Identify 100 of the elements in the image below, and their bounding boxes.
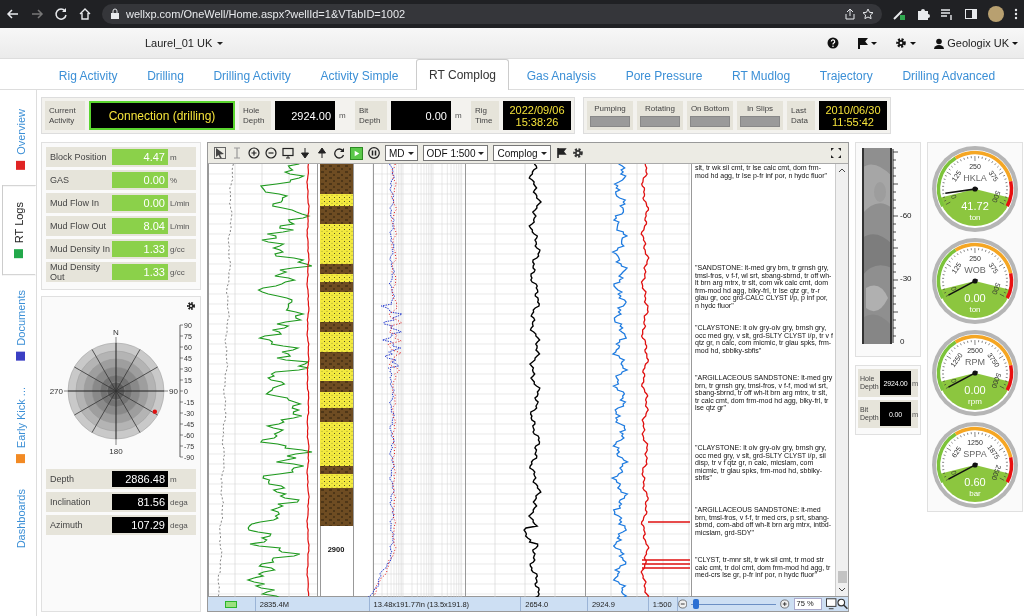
caret-icon xyxy=(478,150,485,156)
zoom-slider[interactable] xyxy=(691,598,777,610)
zoom-out-icon[interactable] xyxy=(265,147,277,159)
parameter-label: Block Position xyxy=(50,152,108,162)
gauge-value: 41.72 xyxy=(961,200,989,212)
tab[interactable]: RT Complog xyxy=(416,59,509,90)
value-display: 2886.48 xyxy=(112,471,168,487)
side-tab[interactable]: Dashboards xyxy=(6,477,36,560)
scale-label: -30 xyxy=(900,273,912,283)
sidebar-icon[interactable] xyxy=(964,7,978,21)
axis-label: 90 xyxy=(169,387,178,396)
caret-icon xyxy=(910,40,917,46)
playlist-icon[interactable] xyxy=(940,7,954,21)
side-tab[interactable]: RT Logs xyxy=(2,184,36,276)
zoom-minus-icon[interactable] xyxy=(677,599,688,609)
extension-icon[interactable] xyxy=(892,7,906,21)
time-display: 2022/09/06 15:38:26 xyxy=(503,101,571,130)
value-display: 1.33 xyxy=(112,264,168,280)
depth-display: 2924.00 xyxy=(275,101,335,130)
side-tab[interactable]: Overview xyxy=(6,98,36,181)
parameter-label: Mud Flow In xyxy=(50,198,101,208)
gauge-title: HKLA xyxy=(963,173,987,183)
home-icon[interactable] xyxy=(78,7,92,21)
play-icon[interactable] xyxy=(350,146,363,160)
star-icon[interactable] xyxy=(862,8,874,20)
unit-label: m xyxy=(339,111,347,120)
scale-label: 0 xyxy=(900,336,905,345)
user-menu[interactable]: Geologix UK xyxy=(934,37,1018,49)
settings-icon[interactable] xyxy=(571,147,584,159)
scrollbar[interactable] xyxy=(835,164,848,596)
unit-label: m xyxy=(455,111,463,120)
settings-menu[interactable] xyxy=(895,37,917,49)
indicator-label: On Bottom xyxy=(690,104,730,113)
tab[interactable]: Rig Activity xyxy=(46,60,130,90)
tab[interactable]: Drilling Advanced xyxy=(890,60,1008,90)
forward-icon[interactable] xyxy=(30,7,44,21)
pointer-icon[interactable] xyxy=(214,147,226,159)
gauge-value: 0.00 xyxy=(964,292,986,304)
indicator-label: Rotating xyxy=(645,104,675,113)
back-icon[interactable] xyxy=(6,7,20,21)
tab[interactable]: RT Mudlog xyxy=(719,60,803,90)
scale-dropdown[interactable]: ODF 1:500 xyxy=(422,145,489,161)
expand-icon[interactable] xyxy=(830,147,842,159)
template-dropdown[interactable]: Complog xyxy=(493,145,551,161)
tab[interactable]: Gas Analysis xyxy=(514,60,608,90)
settings-icon xyxy=(895,37,908,49)
tab[interactable]: Drilling xyxy=(135,60,196,90)
scroll-down-icon[interactable] xyxy=(838,587,846,593)
pause-icon[interactable] xyxy=(368,147,380,159)
unit-label: m xyxy=(169,152,178,162)
scroll-up-icon[interactable] xyxy=(838,167,846,173)
monitor-icon[interactable] xyxy=(282,147,294,159)
parameter-label: Inclination xyxy=(50,497,92,507)
indicator-label: In Slips xyxy=(746,104,774,113)
arrow-down-icon[interactable] xyxy=(299,147,311,159)
value-display: 81.56 xyxy=(112,494,168,510)
caret-icon xyxy=(217,40,224,46)
parameter-label: Mud Density In xyxy=(50,244,112,254)
refresh-icon[interactable] xyxy=(333,147,345,159)
settings-icon[interactable] xyxy=(186,301,196,311)
magnifier-icon[interactable] xyxy=(836,598,848,610)
time-display: 2010/06/30 11:55:42 xyxy=(819,101,887,130)
gauge-title: WOB xyxy=(964,265,986,275)
side-tab[interactable]: Early Kick ... xyxy=(6,375,36,474)
arrow-up-icon[interactable] xyxy=(316,147,328,159)
unit-label: g/cc xyxy=(169,244,186,254)
unit-label: L/min xyxy=(169,198,191,208)
address-field[interactable]: wellxp.com/OneWell/Home.aspx?wellId=1&VTabID=1002 xyxy=(102,4,882,24)
field-label: Hole Depth xyxy=(239,101,271,130)
unit-label: g/cc xyxy=(169,267,186,277)
puzzle-icon[interactable] xyxy=(916,7,930,21)
tab[interactable]: Drilling Activity xyxy=(201,60,303,90)
tab[interactable]: Pore Pressure xyxy=(613,60,715,90)
zoom-plus-icon[interactable] xyxy=(780,599,790,609)
parameter-label: Azimuth xyxy=(50,520,84,530)
user-icon xyxy=(934,37,945,49)
more-icon[interactable] xyxy=(1014,8,1018,20)
well-selector[interactable]: Laurel_01 UK xyxy=(145,37,224,49)
value-display: 107.29 xyxy=(112,517,168,533)
side-tab[interactable]: Documents xyxy=(6,279,36,372)
activity-display: Connection (drilling) xyxy=(89,101,235,130)
zoom-in-icon[interactable] xyxy=(248,147,260,159)
unit-label: m xyxy=(169,474,178,484)
tab[interactable]: Activity Simple xyxy=(308,60,411,90)
reload-icon[interactable] xyxy=(54,7,68,21)
fit-page-icon[interactable] xyxy=(826,598,837,610)
share-icon[interactable] xyxy=(844,8,856,20)
tab[interactable]: Trajectory xyxy=(807,60,885,90)
gauge-value: 0.60 xyxy=(964,476,986,488)
profile-avatar[interactable] xyxy=(988,6,1004,22)
depth-display: 0.00 xyxy=(391,101,451,130)
scale-label: -60 xyxy=(900,210,912,220)
parameter-label: GAS xyxy=(50,175,70,185)
scroll-thumb[interactable] xyxy=(837,571,847,583)
help-icon[interactable] xyxy=(827,37,840,49)
flag-icon[interactable] xyxy=(555,147,567,159)
depth-mode-dropdown[interactable]: MD xyxy=(385,145,418,161)
indicator-label: Pumping xyxy=(594,104,626,113)
flag-menu[interactable] xyxy=(857,37,878,49)
slider-thumb[interactable] xyxy=(693,599,700,609)
